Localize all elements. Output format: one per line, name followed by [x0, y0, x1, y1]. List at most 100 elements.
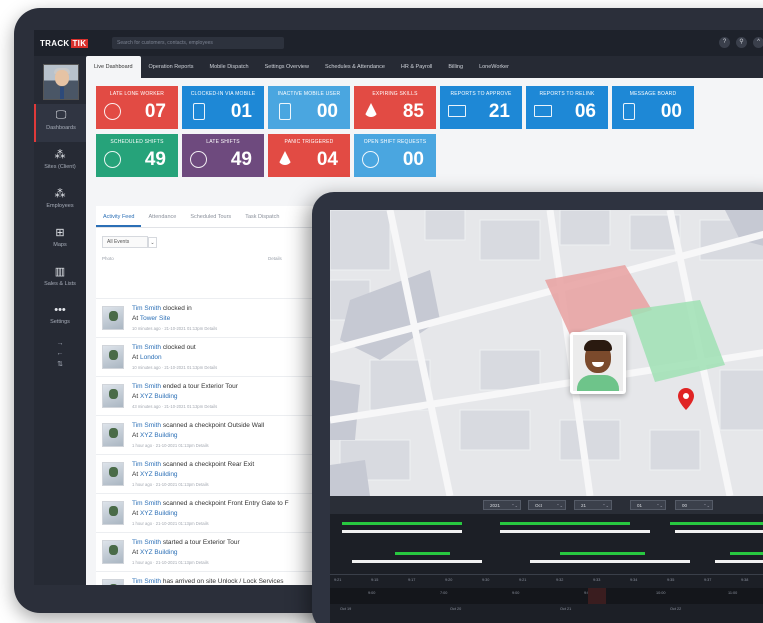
site-link[interactable]: XYZ Building: [140, 549, 178, 556]
timeline-tick-label: 9:33: [593, 578, 601, 582]
clock-icon: [190, 151, 207, 168]
employee-name-link[interactable]: Tim Smith: [132, 422, 161, 429]
sidebar-item-label: Sites (Client): [44, 164, 76, 170]
employee-thumbnail[interactable]: [102, 501, 124, 525]
kpi-tile-title: LATE LONE WORKER: [109, 91, 165, 97]
tab-activity-feed[interactable]: Activity Feed: [96, 206, 142, 227]
tab-task-dispatch[interactable]: Task Dispatch: [238, 206, 286, 227]
employee-thumbnail[interactable]: [102, 579, 124, 585]
sidebar-item-label: Maps: [53, 242, 67, 248]
employee-thumbnail[interactable]: [102, 345, 124, 369]
search-input[interactable]: Search for customers, contacts, employee…: [112, 37, 284, 49]
map-building: [559, 419, 621, 461]
kpi-tile[interactable]: PANIC TRIGGERED 04: [268, 134, 350, 177]
minute-select[interactable]: 00: [675, 500, 713, 510]
kpi-tile[interactable]: LATE LONE WORKER 07: [96, 86, 178, 129]
kpi-tile[interactable]: CLOCKED-IN VIA MOBILE 01: [182, 86, 264, 129]
sidebar-item-sites[interactable]: ⁂ Sites (Client): [34, 143, 86, 181]
kpi-tile-title: LATE SHIFTS: [206, 139, 240, 145]
employee-thumbnail[interactable]: [102, 423, 124, 447]
sort-icon[interactable]: ⇅: [34, 360, 86, 372]
settings-icon: •••: [54, 304, 66, 316]
employee-name-link[interactable]: Tim Smith: [132, 305, 161, 312]
map-building: [330, 210, 391, 271]
site-link[interactable]: XYZ Building: [140, 432, 178, 439]
sidebar-item-employees[interactable]: ⁂ Employees: [34, 182, 86, 220]
year-select[interactable]: 2021: [483, 500, 521, 510]
chevron-down-icon[interactable]: ⌄: [148, 237, 157, 248]
sales-icon: ▥: [54, 266, 66, 278]
avatar[interactable]: [43, 64, 79, 100]
timeline-bar-active: [395, 552, 450, 555]
site-link[interactable]: London: [140, 354, 162, 361]
kpi-tile[interactable]: SCHEDULED SHIFTS 49: [96, 134, 178, 177]
site-link[interactable]: XYZ Building: [140, 471, 178, 478]
hour-select[interactable]: 01: [630, 500, 666, 510]
employee-name-link[interactable]: Tim Smith: [132, 383, 161, 390]
kpi-tile[interactable]: MESSAGE BOARD 00: [612, 86, 694, 129]
kpi-tile[interactable]: REPORTS TO APPROVE 21: [440, 86, 522, 129]
employee-thumbnail[interactable]: [102, 384, 124, 408]
activity-action: ended a tour Exterior Tour: [162, 383, 238, 390]
kpi-tile[interactable]: EXPIRING SKILLS 85: [354, 86, 436, 129]
employee-photo-marker[interactable]: [570, 332, 626, 394]
employee-thumbnail[interactable]: [102, 462, 124, 486]
tab-hr-payroll[interactable]: HR & Payroll: [393, 56, 440, 78]
location-pin-icon[interactable]: [678, 388, 694, 410]
top-bar: TRACK TIK Search for customers, contacts,…: [34, 30, 763, 56]
day-select[interactable]: 21: [574, 500, 612, 510]
timeline-tick-label: 9:32: [556, 578, 564, 582]
employee-name-link[interactable]: Tim Smith: [132, 461, 161, 468]
tab-mobile-dispatch[interactable]: Mobile Dispatch: [201, 56, 256, 78]
event-filter-select[interactable]: All Events ⌄: [102, 236, 157, 248]
sidebar-item-settings[interactable]: ••• Settings: [34, 299, 86, 337]
tab-loneworker[interactable]: LoneWorker: [471, 56, 517, 78]
employee-name-link[interactable]: Tim Smith: [132, 578, 161, 585]
tab-billing[interactable]: Billing: [440, 56, 471, 78]
alerts-icon[interactable]: ⚲: [736, 37, 747, 48]
sidebar-item-dashboards[interactable]: 🖵 Dashboards: [34, 104, 86, 142]
sidebar-item-maps[interactable]: ⊞ Maps: [34, 221, 86, 259]
clock-icon: [104, 103, 121, 120]
month-select[interactable]: Oct: [528, 500, 566, 510]
sites-icon: ⁂: [54, 149, 66, 161]
app-logo[interactable]: TRACK TIK: [40, 38, 110, 48]
timeline-current-marker[interactable]: [588, 588, 606, 604]
activity-meta: 1 hour ago · 21-10-2021 01:13pm Details: [132, 443, 209, 448]
activity-meta: 1 hour ago · 21-10-2021 01:13pm Details: [132, 482, 209, 487]
employee-name-link[interactable]: Tim Smith: [132, 500, 161, 507]
help-icon[interactable]: ?: [719, 37, 730, 48]
tab-operation-reports[interactable]: Operation Reports: [141, 56, 202, 78]
site-link[interactable]: XYZ Building: [140, 393, 178, 400]
activity-meta: 43 minutes ago · 21-10-2021 01:13pm Deta…: [132, 404, 218, 409]
map-view[interactable]: [330, 210, 763, 496]
timeline-bar: [675, 530, 763, 533]
logo-text: TRACK: [40, 38, 70, 48]
activity-at: At: [132, 315, 139, 322]
sidebar-item-sales[interactable]: ▥ Sales & Lists: [34, 260, 86, 298]
tab-scheduled-tours[interactable]: Scheduled Tours: [183, 206, 238, 227]
activity-meta: 1 hour ago · 21-10-2021 01:13pm Details: [132, 521, 209, 526]
employee-name-link[interactable]: Tim Smith: [132, 344, 161, 351]
tab-live-dashboard[interactable]: Live Dashboard: [86, 56, 141, 78]
employee-name-link[interactable]: Tim Smith: [132, 539, 161, 546]
tab-schedules-attendance[interactable]: Schedules & Attendance: [317, 56, 393, 78]
kpi-tile[interactable]: INACTIVE MOBILE USER 00: [268, 86, 350, 129]
kpi-tile[interactable]: LATE SHIFTS 49: [182, 134, 264, 177]
kpi-tile[interactable]: REPORTS TO RELINK 06: [526, 86, 608, 129]
column-photo: Photo: [102, 256, 114, 261]
employee-thumbnail[interactable]: [102, 306, 124, 330]
site-link[interactable]: Tower Site: [140, 315, 170, 322]
employees-icon: ⁂: [54, 188, 66, 200]
timeline-date-label: Oct 21: [560, 607, 572, 611]
tab-attendance[interactable]: Attendance: [141, 206, 183, 227]
employee-thumbnail[interactable]: [102, 540, 124, 564]
site-link[interactable]: XYZ Building: [140, 510, 178, 517]
tab-settings-overview[interactable]: Settings Overview: [257, 56, 317, 78]
timeline-hour-label: 9:00: [368, 591, 376, 595]
menu-icon[interactable]: ^: [753, 37, 763, 48]
sidebar-item-label: Settings: [50, 319, 70, 325]
timeline-bar: [530, 560, 690, 563]
timeline-bar: [715, 560, 763, 563]
kpi-tile[interactable]: OPEN SHIFT REQUESTS 00: [354, 134, 436, 177]
